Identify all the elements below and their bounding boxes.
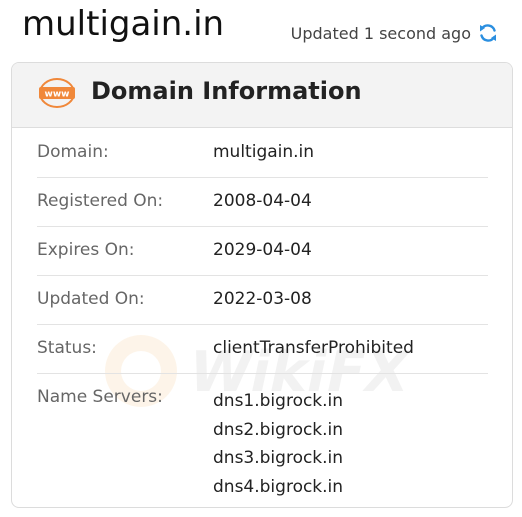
row-label: Registered On:	[37, 191, 164, 211]
name-server-item: dns2.bigrock.in	[213, 419, 344, 440]
row-label: Status:	[37, 338, 97, 358]
row-value: multigain.in	[213, 142, 315, 162]
row-label: Domain:	[37, 142, 109, 162]
row-expires-on: Expires On: 2029-04-04	[37, 227, 488, 276]
page: multigain.in Updated 1 second ago www Do…	[0, 0, 522, 517]
row-label: Expires On:	[37, 240, 135, 260]
name-server-item: dns1.bigrock.in	[213, 391, 344, 411]
info-rows: Domain: multigain.in Registered On: 2008…	[37, 129, 488, 507]
name-server-item: dns3.bigrock.in	[213, 448, 344, 468]
row-domain: Domain: multigain.in	[37, 129, 488, 178]
domain-info-card: www Domain Information WikiFX Domain: mu…	[11, 62, 513, 508]
name-server-list: dns1.bigrock.in dns2.bigrock.in dns3.big…	[213, 387, 343, 501]
row-value: 2022-03-08	[213, 289, 312, 309]
row-label: Name Servers:	[37, 387, 163, 407]
row-label: Updated On:	[37, 289, 145, 309]
row-registered-on: Registered On: 2008-04-04	[37, 178, 488, 227]
www-icon-text: www	[45, 90, 70, 100]
refresh-icon[interactable]	[477, 22, 499, 44]
row-value: 2029-04-04	[213, 240, 312, 260]
name-server-item: dns4.bigrock.in	[213, 476, 344, 497]
row-name-servers: Name Servers: dns1.bigrock.in dns2.bigro…	[37, 374, 488, 507]
www-icon: www	[38, 77, 76, 109]
row-value: 2008-04-04	[213, 191, 312, 211]
site-title: multigain.in	[22, 4, 225, 44]
card-title: Domain Information	[91, 77, 362, 105]
updated-text: Updated 1 second ago	[290, 23, 471, 43]
row-status: Status: clientTransferProhibited	[37, 325, 488, 374]
row-value: clientTransferProhibited	[213, 338, 414, 358]
updated-status: Updated 1 second ago	[291, 22, 499, 44]
card-header: www Domain Information	[12, 63, 512, 128]
row-updated-on: Updated On: 2022-03-08	[37, 276, 488, 325]
top-bar: multigain.in Updated 1 second ago	[0, 0, 522, 58]
